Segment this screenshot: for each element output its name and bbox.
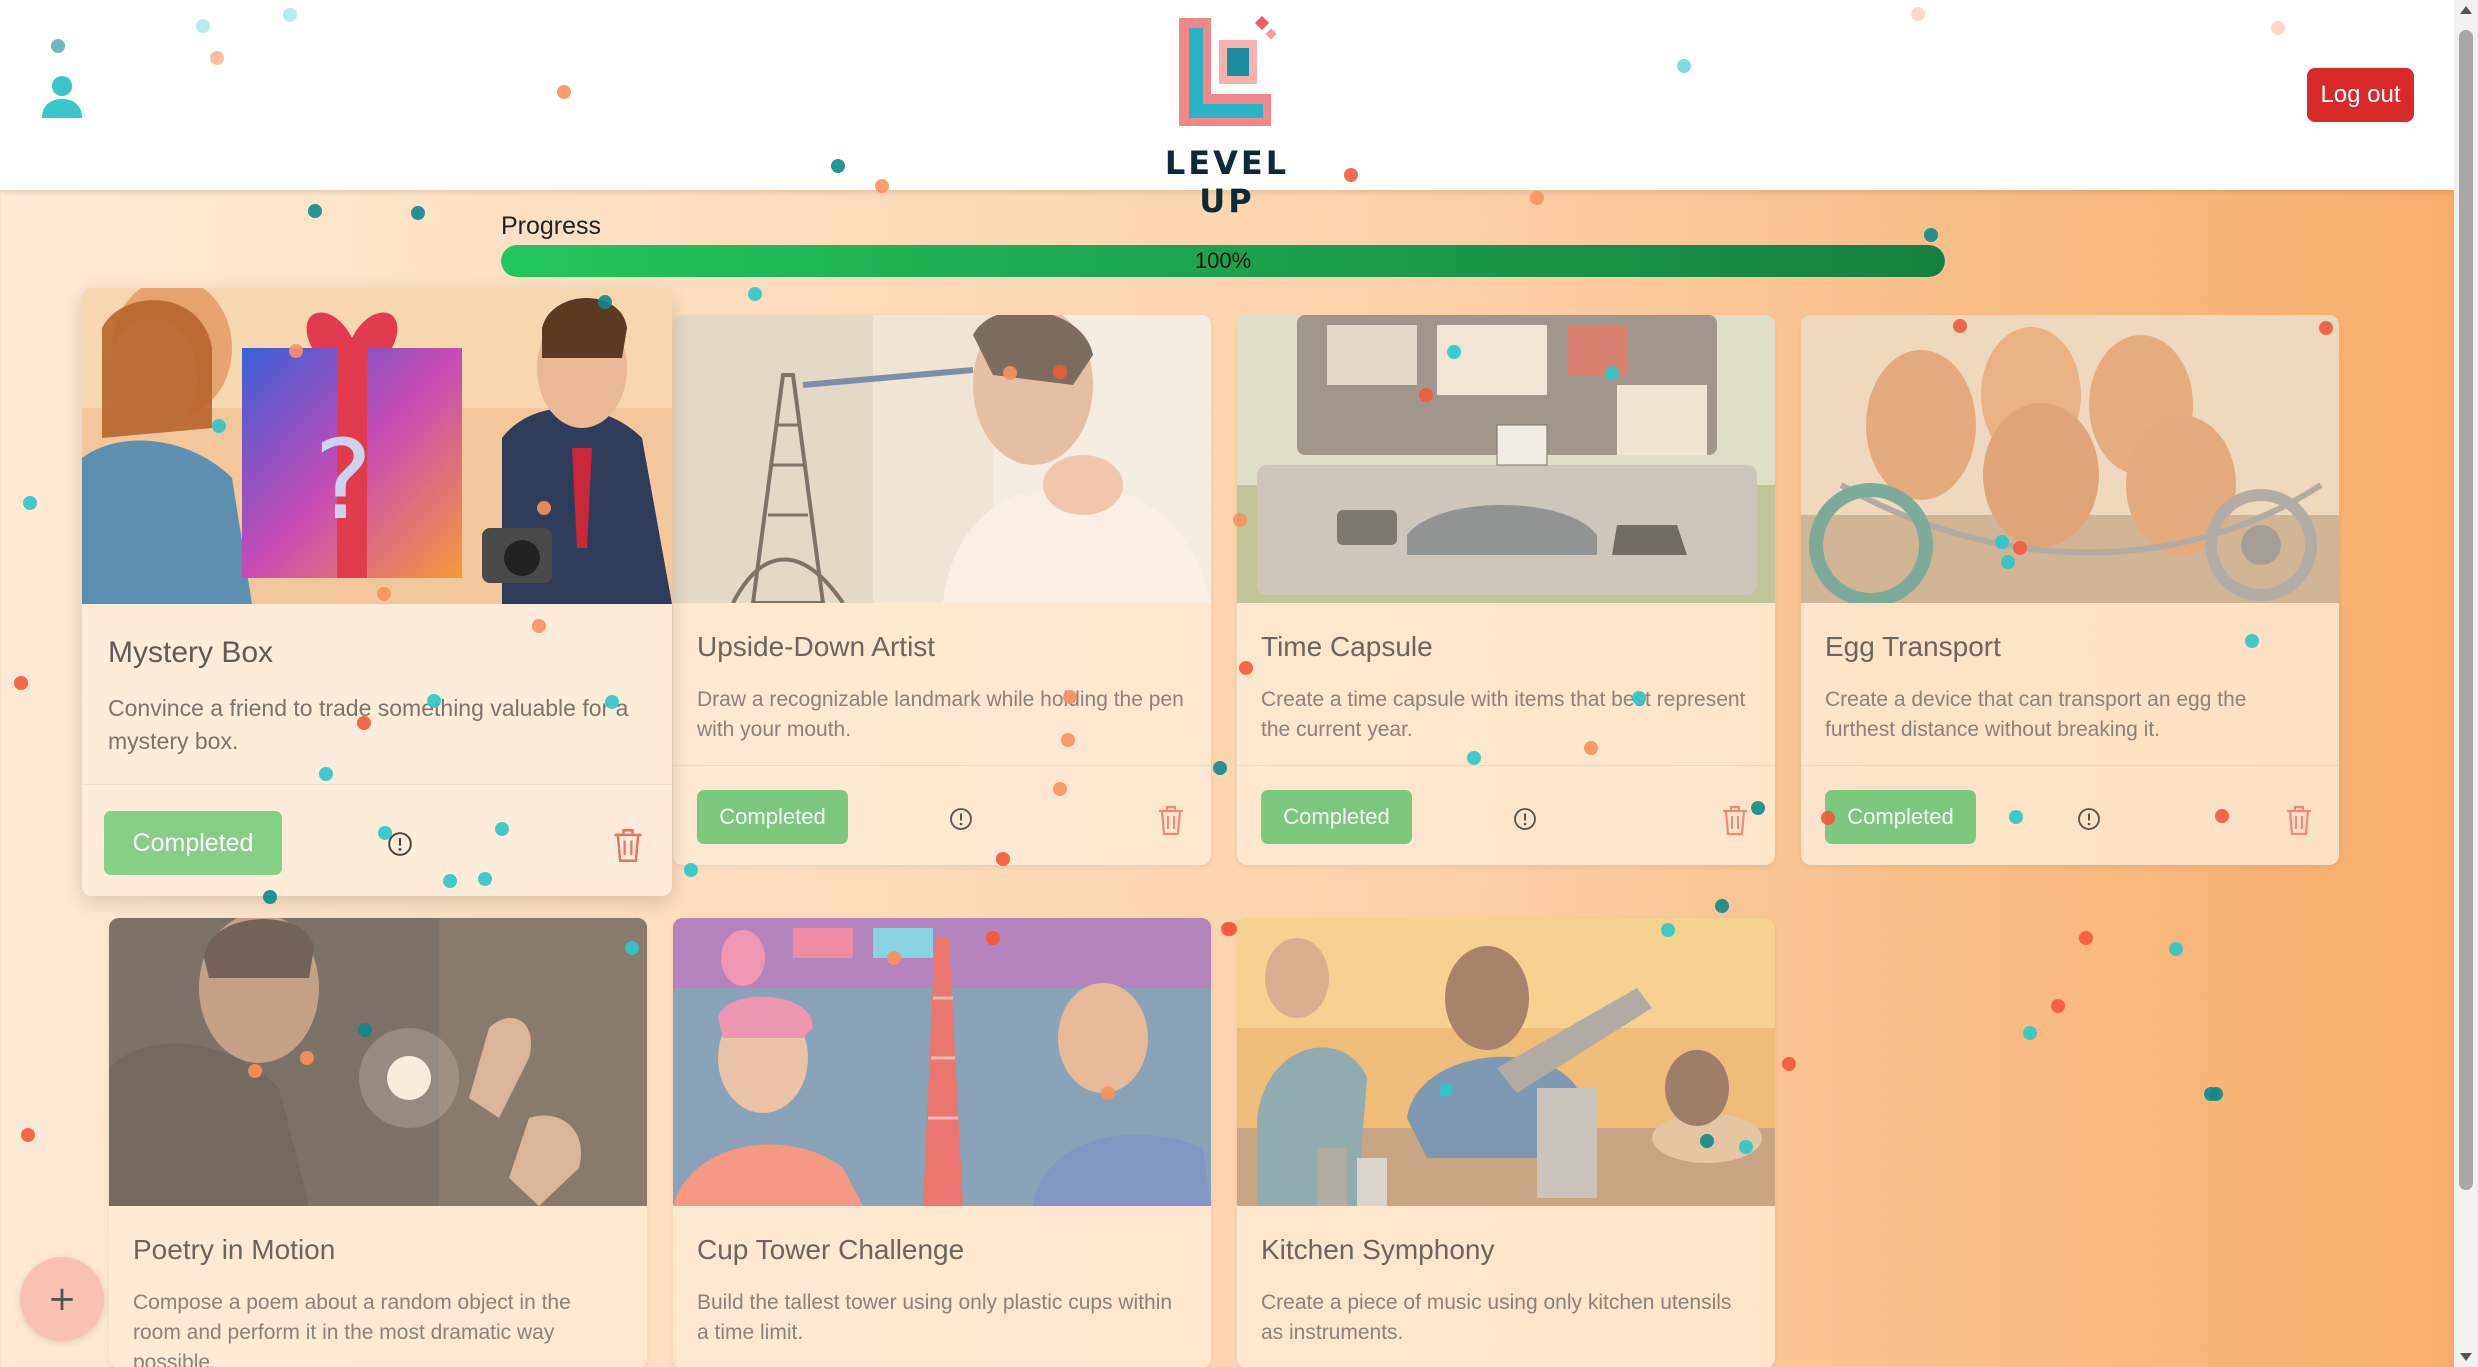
trash-icon[interactable]: [612, 827, 644, 863]
card-title: Cup Tower Challenge: [697, 1234, 965, 1265]
scroll-up-icon[interactable]: [2460, 6, 2472, 14]
card-body: Upside-Down Artist Draw a recognizable l…: [673, 603, 1211, 765]
card-title: Poetry in Motion: [133, 1234, 336, 1265]
card-description: Convince a friend to trade something val…: [108, 695, 629, 754]
card-description: Build the tallest tower using only plast…: [697, 1291, 1173, 1344]
progress-percentage: 100%: [1194, 248, 1252, 273]
confetti-dot: [23, 496, 37, 510]
top-header: LEVEL UP Log out: [0, 0, 2454, 220]
logout-button[interactable]: Log out: [2307, 68, 2414, 122]
challenge-card[interactable]: Cup Tower Challenge Build the tallest to…: [673, 918, 1211, 1367]
card-footer: Completed: [1237, 765, 1775, 865]
add-challenge-button[interactable]: +: [20, 1257, 104, 1341]
confetti-dot: [1715, 899, 1729, 913]
vertical-scrollbar[interactable]: [2454, 0, 2478, 1367]
card-body: Cup Tower Challenge Build the tallest to…: [673, 1206, 1211, 1367]
completed-button[interactable]: Completed: [1825, 790, 1976, 844]
card-body: Kitchen Symphony Create a piece of music…: [1237, 1206, 1775, 1367]
card-title: Egg Transport: [1825, 631, 2001, 662]
challenge-image: [1237, 315, 1775, 603]
progress-bar: 100%: [501, 245, 1945, 277]
confetti-dot: [2051, 999, 2065, 1013]
confetti-dot: [2023, 1026, 2037, 1040]
info-icon[interactable]: [949, 807, 973, 831]
card-title: Mystery Box: [108, 636, 274, 669]
challenge-image: [109, 918, 647, 1206]
confetti-dot: [1213, 761, 1227, 775]
card-body: Mystery Box Convince a friend to trade s…: [82, 604, 672, 784]
info-icon[interactable]: [1513, 807, 1537, 831]
card-description: Create a piece of music using only kitch…: [1261, 1291, 1732, 1344]
challenge-card[interactable]: Poetry in Motion Compose a poem about a …: [109, 918, 647, 1367]
challenge-image: [1801, 315, 2339, 603]
card-description: Create a device that can transport an eg…: [1825, 688, 2247, 741]
logo-mark-icon: [1171, 10, 1283, 132]
scroll-down-icon[interactable]: [2460, 1353, 2472, 1361]
user-icon[interactable]: [38, 72, 86, 120]
challenge-image: [673, 918, 1211, 1206]
confetti-dot: [1221, 922, 1235, 936]
card-footer: Completed: [673, 765, 1211, 865]
card-title: Kitchen Symphony: [1261, 1234, 1495, 1265]
trash-icon[interactable]: [1721, 804, 1749, 836]
card-description: Draw a recognizable landmark while holdi…: [697, 688, 1184, 741]
challenge-card[interactable]: Egg Transport Create a device that can t…: [1801, 315, 2339, 865]
card-description: Create a time capsule with items that be…: [1261, 688, 1746, 741]
trash-icon[interactable]: [1157, 804, 1185, 836]
challenge-card[interactable]: Upside-Down Artist Draw a recognizable l…: [673, 315, 1211, 865]
confetti-dot: [2204, 1087, 2218, 1101]
card-title: Time Capsule: [1261, 631, 1433, 662]
confetti-dot: [1223, 922, 1237, 936]
card-footer: Completed: [82, 784, 672, 896]
challenge-image: [1237, 918, 1775, 1206]
challenge-card[interactable]: ? Mystery Box Convince a friend to trade…: [82, 288, 672, 896]
info-icon[interactable]: [2077, 807, 2101, 831]
confetti-dot: [2079, 931, 2093, 945]
card-title: Upside-Down Artist: [697, 631, 936, 662]
confetti-dot: [684, 863, 698, 877]
svg-text:?: ?: [314, 416, 372, 544]
progress-label: Progress: [501, 212, 602, 240]
card-footer: Completed: [1801, 765, 2339, 865]
scroll-thumb[interactable]: [2459, 30, 2473, 1190]
challenge-card[interactable]: Time Capsule Create a time capsule with …: [1237, 315, 1775, 865]
confetti-dot: [2169, 942, 2183, 956]
card-description: Compose a poem about a random object in …: [133, 1291, 571, 1367]
confetti-dot: [21, 1128, 35, 1142]
info-icon[interactable]: [387, 831, 413, 857]
mystery-box-illustration: ?: [82, 288, 672, 604]
completed-button[interactable]: Completed: [104, 811, 282, 875]
card-body: Time Capsule Create a time capsule with …: [1237, 603, 1775, 765]
confetti-dot: [1530, 191, 1544, 205]
confetti-dot: [1782, 1057, 1796, 1071]
app-logo: LEVEL UP: [1131, 10, 1323, 220]
confetti-dot: [411, 206, 425, 220]
card-body: Egg Transport Create a device that can t…: [1801, 603, 2339, 765]
confetti-dot: [2209, 1087, 2223, 1101]
challenge-image: [673, 315, 1211, 603]
card-body: Poetry in Motion Compose a poem about a …: [109, 1206, 647, 1367]
completed-button[interactable]: Completed: [697, 790, 848, 844]
trash-icon[interactable]: [2285, 804, 2313, 836]
confetti-dot: [14, 676, 28, 690]
confetti-dot: [748, 287, 762, 301]
logo-text: LEVEL UP: [1164, 144, 1290, 220]
challenge-card[interactable]: Kitchen Symphony Create a piece of music…: [1237, 918, 1775, 1367]
challenge-image: ?: [82, 288, 672, 604]
confetti-dot: [1924, 228, 1938, 242]
confetti-dot: [308, 204, 322, 218]
completed-button[interactable]: Completed: [1261, 790, 1412, 844]
